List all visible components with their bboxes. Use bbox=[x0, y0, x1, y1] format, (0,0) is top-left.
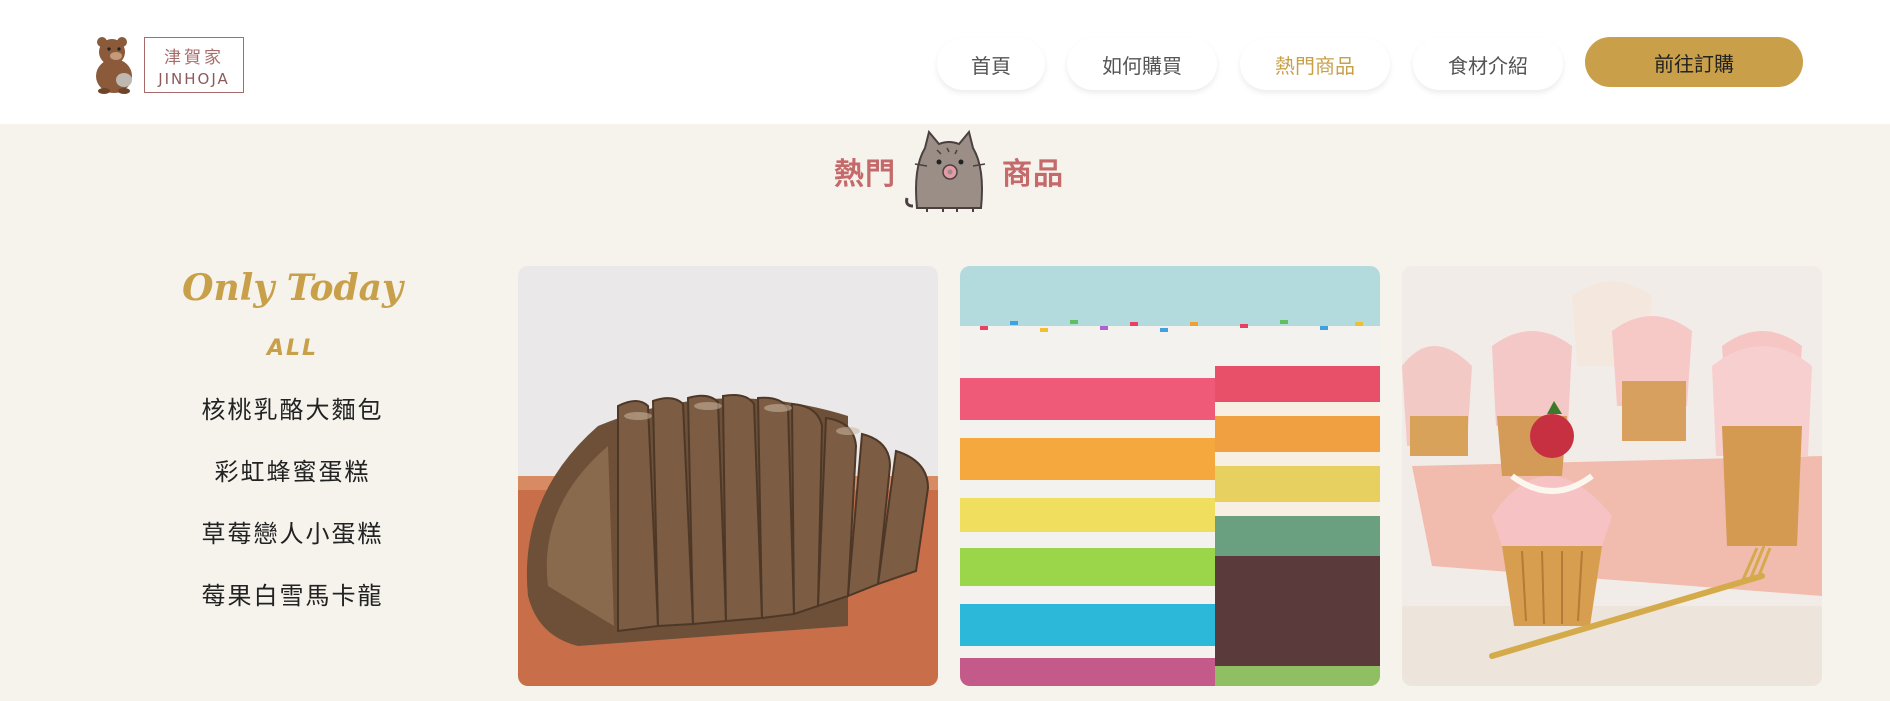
nav-how-to-buy[interactable]: 如何購買 bbox=[1067, 38, 1217, 90]
product-list: 核桃乳酪大麵包 彩虹蜂蜜蛋糕 草莓戀人小蛋糕 莓果白雪馬卡龍 bbox=[140, 392, 445, 640]
product-card-rainbow-cake[interactable] bbox=[960, 266, 1380, 686]
nav-home[interactable]: 首頁 bbox=[937, 38, 1045, 90]
site-logo[interactable]: 津賀家 JINHOJA bbox=[92, 36, 248, 94]
section-title-right: 商品 bbox=[1002, 157, 1064, 192]
product-card-bread[interactable] bbox=[518, 266, 938, 686]
product-list-item[interactable]: 核桃乳酪大麵包 bbox=[140, 392, 445, 454]
product-list-item[interactable]: 草莓戀人小蛋糕 bbox=[140, 516, 445, 578]
order-button[interactable]: 前往訂購 bbox=[1585, 37, 1803, 87]
logo-english-text: JINHOJA bbox=[158, 69, 230, 88]
bread-image bbox=[518, 266, 938, 686]
product-card-strawberry-cupcakes[interactable] bbox=[1402, 266, 1822, 686]
product-list-item[interactable]: 彩虹蜂蜜蛋糕 bbox=[140, 454, 445, 516]
product-sidebar: Only Today ALL 核桃乳酪大麵包 彩虹蜂蜜蛋糕 草莓戀人小蛋糕 莓果… bbox=[140, 258, 445, 640]
section-title: 熱門 商品 bbox=[834, 126, 1064, 216]
nav-ingredients[interactable]: 食材介紹 bbox=[1413, 38, 1563, 90]
logo-wordmark: 津賀家 JINHOJA bbox=[144, 37, 244, 93]
only-today-heading: Only Today bbox=[182, 267, 403, 309]
product-list-item[interactable]: 莓果白雪馬卡龍 bbox=[140, 578, 445, 640]
rainbow-cake-image bbox=[960, 266, 1380, 686]
pusheen-cat-icon bbox=[905, 129, 986, 212]
nav-popular-products[interactable]: 熱門商品 bbox=[1240, 38, 1390, 90]
strawberry-cupcakes-image bbox=[1402, 266, 1822, 686]
logo-chinese-text: 津賀家 bbox=[164, 47, 224, 68]
filter-all-link[interactable]: ALL bbox=[140, 334, 445, 364]
bear-logo-icon bbox=[96, 37, 132, 94]
site-header: 津賀家 JINHOJA 首頁 如何購買 熱門商品 食材介紹 前往訂購 bbox=[0, 0, 1890, 124]
section-title-left: 熱門 bbox=[834, 157, 896, 192]
